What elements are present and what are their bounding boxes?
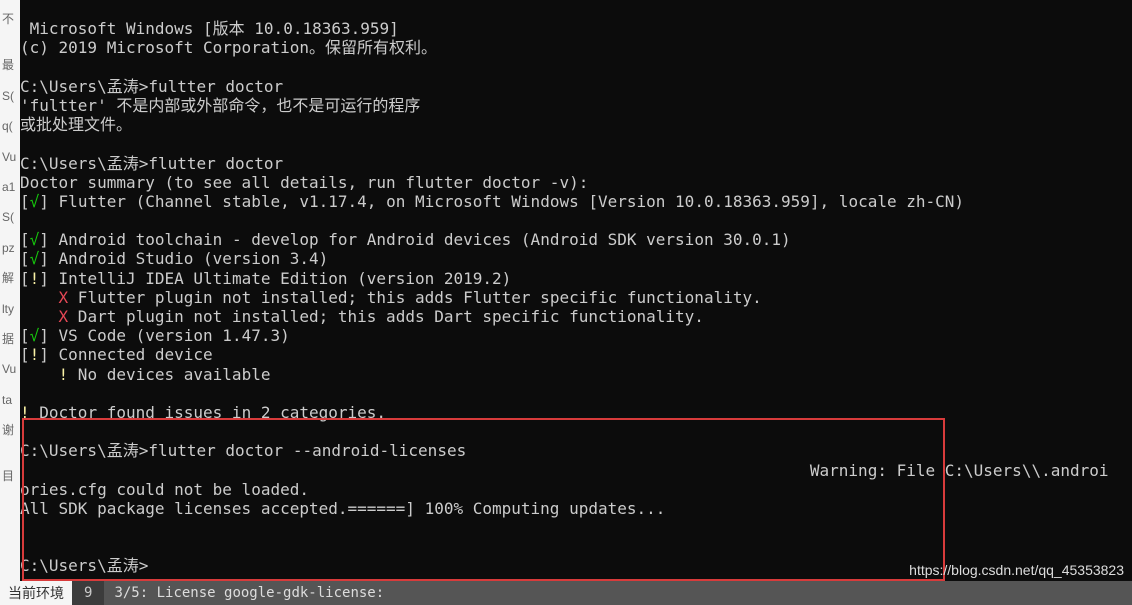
terminal-line: Warning: File C:\Users\\.androi [20,461,1132,480]
editor-gutter: 不 最S(q(Vua1S(pz解lty据Vuta谢 目 [0,0,20,605]
gutter-item [0,34,20,50]
terminal-line: X Flutter plugin not installed; this add… [20,288,1132,307]
gutter-item: 解 [0,263,20,293]
terminal-line: Doctor summary (to see all details, run … [20,173,1132,192]
gutter-item: 不 [0,4,20,34]
terminal-line [20,422,1132,441]
status-left: 当前环境 [0,581,72,605]
terminal-line [20,211,1132,230]
terminal-line: All SDK package licenses accepted.======… [20,499,1132,518]
status-line-num: 9 [72,581,104,605]
gutter-item: Vu [0,142,20,172]
gutter-item: 谢 [0,415,20,445]
gutter-item: ta [0,385,20,415]
terminal-line: 'fultter' 不是内部或外部命令，也不是可运行的程序 [20,96,1132,115]
terminal-line: C:\Users\孟涛>flutter doctor [20,154,1132,173]
terminal-line: [√] Android Studio (version 3.4) [20,249,1132,268]
status-bar: 当前环境 9 3/5: License google-gdk-license: [0,581,1132,605]
gutter-item: 目 [0,461,20,491]
gutter-item: lty [0,294,20,324]
terminal-line [20,58,1132,77]
terminal-line: C:\Users\孟涛>fultter doctor [20,77,1132,96]
gutter-item [0,445,20,461]
terminal-line: [!] IntelliJ IDEA Ultimate Edition (vers… [20,269,1132,288]
gutter-item: 据 [0,324,20,354]
gutter-item: S( [0,81,20,111]
terminal-line: ! Doctor found issues in 2 categories. [20,403,1132,422]
terminal-line: [!] Connected device [20,345,1132,364]
terminal-line: C:\Users\孟涛>flutter doctor --android-lic… [20,441,1132,460]
terminal-line: (c) 2019 Microsoft Corporation。保留所有权利。 [20,38,1132,57]
gutter-item: pz [0,233,20,263]
terminal-line: 或批处理文件。 [20,115,1132,134]
terminal-line: [√] Flutter (Channel stable, v1.17.4, on… [20,192,1132,211]
terminal-line: X Dart plugin not installed; this adds D… [20,307,1132,326]
terminal-line [20,518,1132,537]
terminal-line: ! No devices available [20,365,1132,384]
gutter-item: Vu [0,354,20,384]
watermark-text: https://blog.csdn.net/qq_45353823 [909,562,1124,579]
terminal-line: [√] Android toolchain - develop for Andr… [20,230,1132,249]
gutter-item: q( [0,111,20,141]
terminal-line [20,537,1132,556]
gutter-item: S( [0,202,20,232]
status-right: 3/5: License google-gdk-license: [104,581,1132,605]
terminal-output[interactable]: Microsoft Windows [版本 10.0.18363.959](c)… [20,0,1132,581]
gutter-item: 最 [0,50,20,80]
terminal-line: Microsoft Windows [版本 10.0.18363.959] [20,19,1132,38]
terminal-line: [√] VS Code (version 1.47.3) [20,326,1132,345]
gutter-item: a1 [0,172,20,202]
terminal-line: ories.cfg could not be loaded. [20,480,1132,499]
terminal-line [20,134,1132,153]
terminal-line [20,384,1132,403]
